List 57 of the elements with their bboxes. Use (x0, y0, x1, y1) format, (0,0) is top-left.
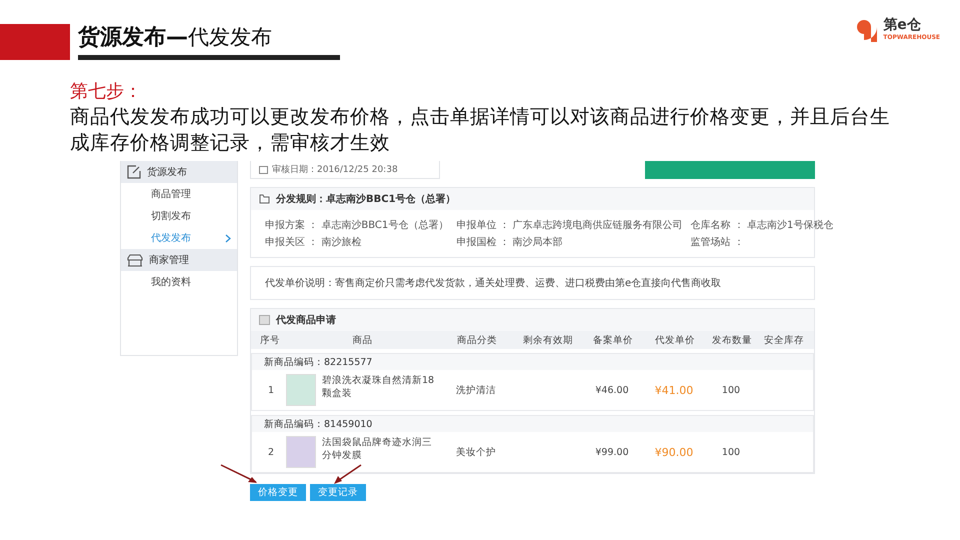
table-cell-text: 100 (720, 384, 742, 396)
table-cell-text: 洗护清洁 (455, 384, 497, 396)
column-header: 序号 (259, 334, 281, 346)
item-label: 我的资料 (151, 276, 191, 289)
table-cell-text: ¥41.00 (654, 384, 694, 396)
table-cell-text: 1 (266, 384, 276, 396)
step-description: 商品代发发布成功可以更改发布价格，点击单据详情可以对该商品进行价格变更，并且后台生成库存价格调整记录，需审核才生效 (70, 104, 890, 156)
header-accent-bar (0, 24, 70, 60)
sidebar-item[interactable]: 切割发布 (121, 205, 237, 227)
rule-field: 申报关区 ： 南沙旅检 (265, 235, 448, 249)
item-label: 切割发布 (151, 210, 191, 223)
table-cell-text: ¥46.00 (594, 384, 630, 396)
photo-placeholder (286, 436, 316, 468)
column-header: 代发单价 (654, 334, 696, 346)
product-code: 新商品编码：81459010 (252, 416, 813, 432)
table-cell-text: ¥99.00 (594, 446, 630, 458)
pricing-note: 代发单价说明：寄售商定价只需考虑代发货款，通关处理费、运费、进口税费由第e仓直接向代售商收取 (264, 276, 722, 291)
column-header: 剩余有效期 (522, 334, 574, 346)
rule-field: 监管场站 ： (690, 235, 834, 249)
sidebar-item[interactable]: 我的资料 (121, 271, 237, 293)
sidebar-item[interactable]: 商品管理 (121, 183, 237, 205)
section-label: 商家管理 (149, 254, 189, 267)
column-header: 发布数量 (711, 334, 753, 346)
product-name: 法国袋鼠品牌奇迹水润三分钟发膜 (322, 436, 433, 462)
products-title: 代发商品申请 (276, 313, 336, 327)
chevron-right-icon (225, 234, 231, 242)
rule-field: 仓库名称 ： 卓志南沙1号保税仓 (690, 218, 834, 232)
column-header: 商品 (352, 334, 374, 346)
table-cell-text: 2 (266, 446, 276, 458)
store-icon (127, 254, 143, 266)
sidebar-section[interactable]: 商家管理 (121, 249, 237, 271)
table-cell-text: 美妆个护 (455, 446, 497, 458)
logo-name: 第e仓 (883, 16, 922, 34)
rule-field: 申报国检 ： 南沙局本部 (456, 235, 683, 249)
pointer-arrow (332, 464, 362, 486)
section-label: 货源发布 (147, 166, 187, 179)
step-label: 第七步： (70, 80, 143, 104)
column-header: 安全库存 (763, 334, 805, 346)
slide-title: 货源发布—代发发布 (78, 22, 340, 60)
column-header: 商品分类 (456, 334, 498, 346)
item-label: 商品管理 (151, 188, 191, 201)
rule-field: 申报单位 ： 广东卓志跨境电商供应链服务有限公司 (456, 218, 683, 232)
rule-field: 申报方案 ： 卓志南沙BBC1号仓（总署） (265, 218, 448, 232)
product-name: 碧浪洗衣凝珠自然清新18颗盒装 (322, 374, 436, 400)
folder-icon (259, 194, 270, 204)
product-code: 新商品编码：82215577 (252, 354, 813, 370)
edit-icon (127, 165, 141, 179)
column-header: 备案单价 (592, 334, 634, 346)
photo-placeholder (286, 374, 316, 406)
pointer-arrow (220, 464, 260, 486)
sidebar-section[interactable]: 货源发布 (121, 161, 237, 183)
item-label: 代发发布 (151, 232, 191, 245)
sidebar-item[interactable]: 代发发布 (121, 227, 237, 249)
audit-date: 审核日期：2016/12/25 20:38 (272, 164, 398, 176)
table-cell-text: ¥90.00 (654, 446, 694, 458)
rule-title: 分发规则：卓志南沙BBC1号仓（总署） (276, 192, 456, 206)
table-cell-text: 100 (720, 446, 742, 458)
